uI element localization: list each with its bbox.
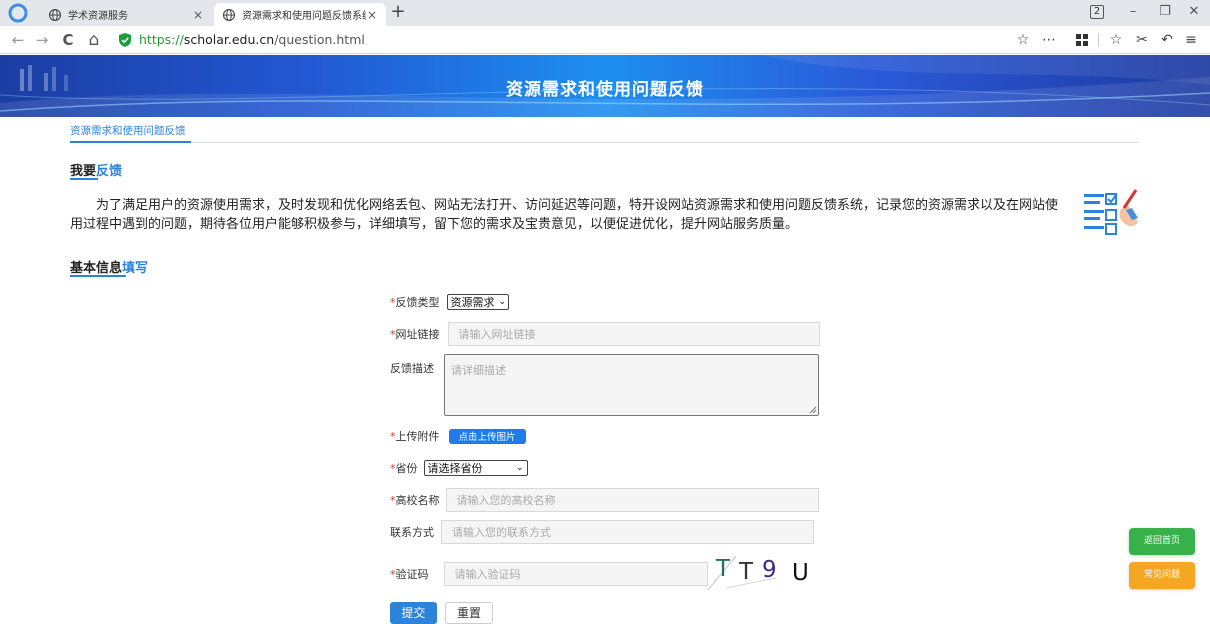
captcha-image[interactable]: T T 9 U [706,552,826,591]
home-icon[interactable]: ⌂ [85,31,103,49]
undo-icon[interactable]: ↶ [1158,31,1176,49]
back-icon[interactable]: ← [9,31,27,49]
page-title: 资源需求和使用问题反馈 [506,80,704,100]
minimize-icon[interactable]: – [1125,4,1141,19]
url-input[interactable]: 请输入网址链接 [447,322,820,346]
section-title-main: 基本信息 [70,261,123,276]
feedback-type-label: *反馈类型 [390,294,440,310]
url-field[interactable]: https://scholar.edu.cn/question.html [139,32,365,47]
tab-label: 学术资源服务 [68,11,128,22]
captcha-char: T [715,556,731,582]
breadcrumb-active-underline [70,141,191,143]
tab-academic-resources[interactable]: 学术资源服务 × [40,3,212,26]
captcha-char: 9 [762,557,777,583]
secure-shield-icon[interactable] [118,32,132,48]
close-window-icon[interactable]: ✕ [1186,4,1202,19]
back-to-home-button[interactable]: 返回首页 [1129,528,1195,555]
url-row: *网址链接 请输入网址链接 [390,322,820,346]
tab-close-icon[interactable]: × [366,8,378,22]
school-input[interactable]: 请输入您的高校名称 [445,488,819,512]
upload-row: *上传附件 点击上传图片 [390,428,526,444]
forward-icon[interactable]: → [33,31,51,49]
label-text: 网址链接 [395,328,440,341]
feedback-type-row: *反馈类型 资源需求 ⌄ [390,294,509,310]
upload-image-button[interactable]: 点击上传图片 [448,428,526,444]
upload-label: *上传附件 [390,428,440,444]
section-underline [70,178,98,180]
new-tab-button[interactable]: + [389,1,407,22]
tab-label: 资源需求和使用问题反馈系统 [242,11,366,22]
province-select[interactable]: 请选择省份 ⌄ [423,460,528,476]
apps-icon[interactable] [1073,31,1091,51]
section-underline [70,275,126,277]
tab-count-badge[interactable]: 2 [1090,5,1104,19]
intro-text: 为了满足用户的资源使用需求，及时发现和优化网络丢包、网站无法打开、访问延迟等问题… [70,198,1059,232]
textarea-placeholder: 请详细描述 [451,364,506,377]
cut-icon[interactable]: ✂ [1133,31,1151,49]
breadcrumb-divider [70,142,1139,143]
breadcrumb[interactable]: 资源需求和使用问题反馈 [70,123,186,138]
section-title-main: 我要 [70,164,97,179]
url-label: *网址链接 [390,326,440,342]
intro-paragraph: 为了满足用户的资源使用需求，及时发现和优化网络丢包、网站无法打开、访问延迟等问题… [70,196,1070,234]
url-host: scholar.edu.cn [183,32,275,47]
label-text: 验证码 [395,568,429,581]
globe-icon [222,8,236,22]
address-toolbar: ← → C ⌂ https://scholar.edu.cn/question.… [0,26,1210,54]
toolbar-divider [1098,33,1099,47]
province-row: *省份 请选择省份 ⌄ [390,460,528,476]
submit-button[interactable]: 提交 [390,602,437,624]
province-label: *省份 [390,460,418,476]
feedback-type-select[interactable]: 资源需求 ⌄ [446,294,509,310]
chevron-down-icon: ⌄ [498,297,507,307]
browser-logo-icon[interactable] [8,3,28,23]
captcha-label: *验证码 [390,566,429,582]
reset-button[interactable]: 重置 [445,602,493,624]
basic-info-section-title: 基本信息填写 [70,257,148,276]
contact-input[interactable]: 请输入您的联系方式 [441,520,814,544]
captcha-input[interactable]: 请输入验证码 [443,562,708,586]
checklist-pen-icon [1082,188,1140,236]
captcha-char: U [792,560,809,586]
select-value: 资源需求 [450,296,495,309]
favorites-icon[interactable]: ☆ [1107,31,1125,49]
globe-icon [48,8,62,22]
url-path: /question.html [274,32,365,47]
menu-icon[interactable]: ≡ [1182,31,1200,49]
contact-row: 联系方式 请输入您的联系方式 [390,520,814,544]
captcha-char: T [738,559,754,585]
star-icon[interactable]: ☆ [1014,31,1032,49]
description-label: 反馈描述 [390,360,434,376]
faq-button[interactable]: 常见问题 [1129,562,1195,589]
school-row: *高校名称 请输入您的高校名称 [390,488,819,512]
reload-icon[interactable]: C [59,31,77,49]
school-label: *高校名称 [390,492,440,508]
url-scheme: https:// [139,32,184,47]
feedback-section-title: 我要反馈 [70,160,122,179]
restore-icon[interactable]: ❐ [1157,4,1173,19]
more-icon[interactable]: ⋯ [1040,31,1058,49]
chevron-down-icon: ⌄ [515,463,524,473]
captcha-row: *验证码 请输入验证码 [390,562,708,586]
label-text: 反馈类型 [395,296,440,309]
browser-tab-bar: 学术资源服务 × 资源需求和使用问题反馈系统 × + 2 – ❐ ✕ [0,0,1210,26]
tab-feedback-system[interactable]: 资源需求和使用问题反馈系统 × [214,3,386,26]
section-title-highlight: 填写 [122,261,149,276]
label-text: 上传附件 [395,430,440,443]
page-banner: 资源需求和使用问题反馈 [0,55,1210,117]
label-text: 高校名称 [395,494,440,507]
description-textarea[interactable]: 请详细描述 [444,354,819,416]
section-title-highlight: 反馈 [96,164,123,179]
tab-close-icon[interactable]: × [192,8,204,22]
contact-label: 联系方式 [390,526,434,539]
resize-grip-icon[interactable] [809,406,817,414]
label-text: 省份 [395,462,418,475]
label-text: 反馈描述 [390,362,434,375]
select-value: 请选择省份 [427,462,483,475]
